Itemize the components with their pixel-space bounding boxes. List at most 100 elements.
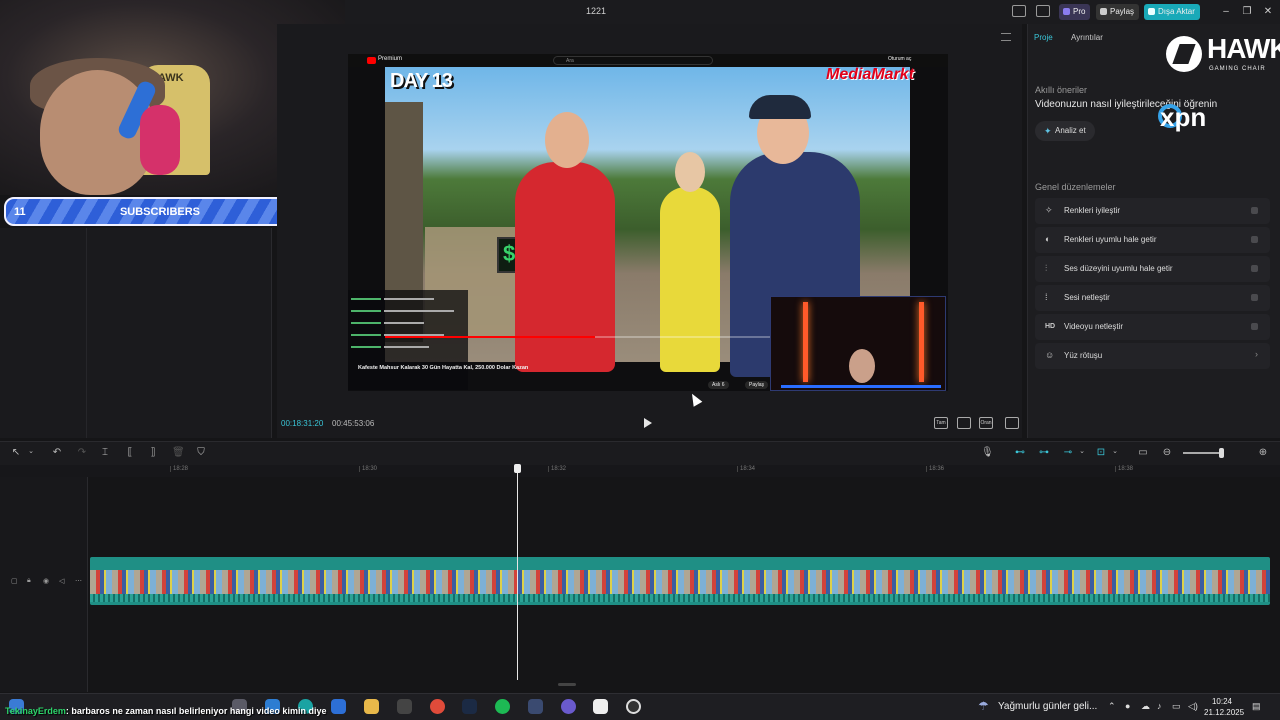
redo-icon[interactable]: ↷	[76, 447, 88, 458]
undo-icon[interactable]: ↶	[51, 447, 63, 458]
chevron-right-icon: ›	[1255, 349, 1258, 359]
fullscreen-toggle[interactable]: Tam	[934, 417, 948, 429]
brand-logo: MediaMarkt	[826, 66, 915, 83]
shortcut-icon[interactable]	[1036, 5, 1050, 17]
mic-icon[interactable]: ♪	[1157, 701, 1162, 711]
chat-line	[351, 310, 381, 312]
steam-icon[interactable]	[462, 699, 477, 714]
face-retouch-item[interactable]: ☺ Yüz rötuşu ›	[1035, 343, 1270, 369]
layout-icon[interactable]	[1012, 5, 1026, 17]
match-colors-item[interactable]: ◐ Renkleri uyumlu hale getir	[1035, 227, 1270, 253]
discord-icon[interactable]	[561, 699, 576, 714]
zoom-slider-handle[interactable]	[1219, 448, 1224, 458]
enhance-voice-item[interactable]: ⁞ Sesi netleştir	[1035, 285, 1270, 311]
maximize-button[interactable]: ❐	[1239, 4, 1255, 20]
obs-icon[interactable]	[626, 699, 641, 714]
time-ruler[interactable]	[0, 465, 1280, 477]
ruler-tick: 18:36	[926, 466, 944, 472]
pip-webcam	[770, 296, 946, 391]
weather-icon[interactable]: ☂	[978, 699, 989, 713]
zoom-in-icon[interactable]: ⊕	[1257, 447, 1269, 458]
split-icon[interactable]: ⌶	[99, 447, 111, 458]
snap-icon[interactable]: ⊸	[1061, 447, 1075, 458]
trim-left-icon[interactable]: ⟦	[124, 447, 136, 458]
speaker-icon[interactable]: ◁	[59, 577, 64, 585]
minimize-button[interactable]: –	[1218, 4, 1234, 20]
normalize-loudness-item[interactable]: ⫶ Ses düzeyini uyumlu hale getir	[1035, 256, 1270, 282]
chevron-down-icon[interactable]: ⌄	[25, 447, 37, 455]
select-tool-icon[interactable]: ↖	[10, 447, 22, 458]
pro-button[interactable]: Pro	[1059, 4, 1091, 20]
notification-icon[interactable]: ▤	[1252, 701, 1261, 712]
ruler-tick: 18:32	[548, 466, 566, 472]
enhance-video-item[interactable]: HD Videoyu netleştir	[1035, 314, 1270, 340]
share-button[interactable]: Paylaş	[1096, 4, 1140, 20]
sparkle-icon: ✦	[1044, 126, 1052, 136]
app-icon[interactable]	[528, 699, 543, 714]
toggle[interactable]	[1251, 207, 1258, 214]
shield-icon[interactable]: ⛉	[195, 447, 207, 458]
tab-details[interactable]: Ayrıntılar	[1071, 33, 1103, 42]
preview-axis-icon[interactable]: ⊡	[1094, 447, 1108, 458]
toggle[interactable]	[1251, 294, 1258, 301]
timeline-scrollbar[interactable]	[558, 683, 576, 686]
cover-icon[interactable]: ▢	[11, 577, 18, 585]
lock-icon[interactable]: 🔒︎	[27, 577, 31, 585]
eye-icon[interactable]: ◉	[43, 577, 49, 585]
network-icon[interactable]: ▭	[1172, 701, 1181, 712]
xpn-logo: xpn	[1160, 102, 1207, 132]
export-button[interactable]: Dışa Aktar	[1144, 4, 1200, 20]
magnet-icon[interactable]: ⊷	[1013, 447, 1027, 458]
mic-icon[interactable]: 🎙	[981, 447, 994, 458]
headphone-cup	[140, 105, 180, 175]
xbox-icon[interactable]	[397, 699, 412, 714]
outlook-icon[interactable]	[331, 699, 346, 714]
chevron-up-icon[interactable]: ⌃	[1108, 701, 1116, 712]
neon-light	[919, 302, 924, 382]
media-panel	[0, 228, 272, 438]
clock[interactable]: 10:24 21.12.2025	[1204, 696, 1244, 718]
chrome-icon[interactable]	[430, 699, 445, 714]
zoom-out-icon[interactable]: ⊖	[1161, 447, 1173, 458]
more-icon[interactable]: ⋯	[75, 577, 82, 585]
current-timecode: 00:18:31:20	[281, 419, 324, 428]
person-red-head	[545, 112, 589, 168]
subs-label: SUBSCRIBERS	[119, 206, 201, 218]
capcut-icon[interactable]	[593, 699, 608, 714]
snapshot-icon[interactable]	[957, 417, 971, 429]
play-button[interactable]	[644, 418, 652, 428]
link-icon[interactable]: ⊶	[1037, 447, 1051, 458]
item-label: Yüz rötuşu	[1064, 351, 1103, 360]
playhead[interactable]	[517, 470, 518, 680]
trim-right-icon[interactable]: ⟧	[147, 447, 159, 458]
stream-chat-overlay	[348, 290, 468, 390]
player-menu-icon[interactable]	[1001, 33, 1011, 41]
explorer-icon[interactable]	[364, 699, 379, 714]
clock-time: 10:24	[1211, 697, 1233, 706]
volume-icon[interactable]: ◁)	[1188, 701, 1198, 712]
close-button[interactable]: ✕	[1260, 4, 1276, 20]
zoom-slider[interactable]	[1183, 452, 1223, 454]
delete-icon[interactable]: 🗑	[172, 447, 185, 458]
enhance-colors-item[interactable]: ✧ Renkleri iyileştir	[1035, 198, 1270, 224]
chevron-down-icon[interactable]: ⌄	[1076, 447, 1088, 455]
playhead-handle[interactable]	[514, 464, 521, 473]
youtube-premium-label: Premium	[378, 56, 403, 62]
cloud-icon[interactable]: ☁	[1141, 701, 1150, 712]
tab-project[interactable]: Proje	[1034, 33, 1053, 42]
toggle[interactable]	[1251, 323, 1258, 330]
video-title: Kafeste Mahsur Kalarak 30 Gün Hayatta Ka…	[358, 365, 529, 371]
ratio-button[interactable]: Oran	[979, 417, 993, 429]
toggle[interactable]	[1251, 236, 1258, 243]
weather-text[interactable]: Yağmurlu günler geli...	[998, 701, 1097, 712]
tray-icon[interactable]: ●	[1125, 701, 1130, 711]
wand-icon: ✧	[1045, 205, 1053, 215]
audio-icon: ⁞	[1045, 292, 1048, 302]
spotify-icon[interactable]	[495, 699, 510, 714]
smart-suggestions-heading: Akıllı öneriler	[1035, 85, 1088, 95]
toggle[interactable]	[1251, 265, 1258, 272]
chevron-down-icon[interactable]: ⌄	[1109, 447, 1121, 455]
expand-icon[interactable]	[1005, 417, 1019, 429]
caption-icon[interactable]: ▭	[1137, 447, 1149, 458]
video-preview[interactable]: Premium Ara Oturum aç $ 0 DAY 13 MediaMa…	[348, 54, 948, 391]
